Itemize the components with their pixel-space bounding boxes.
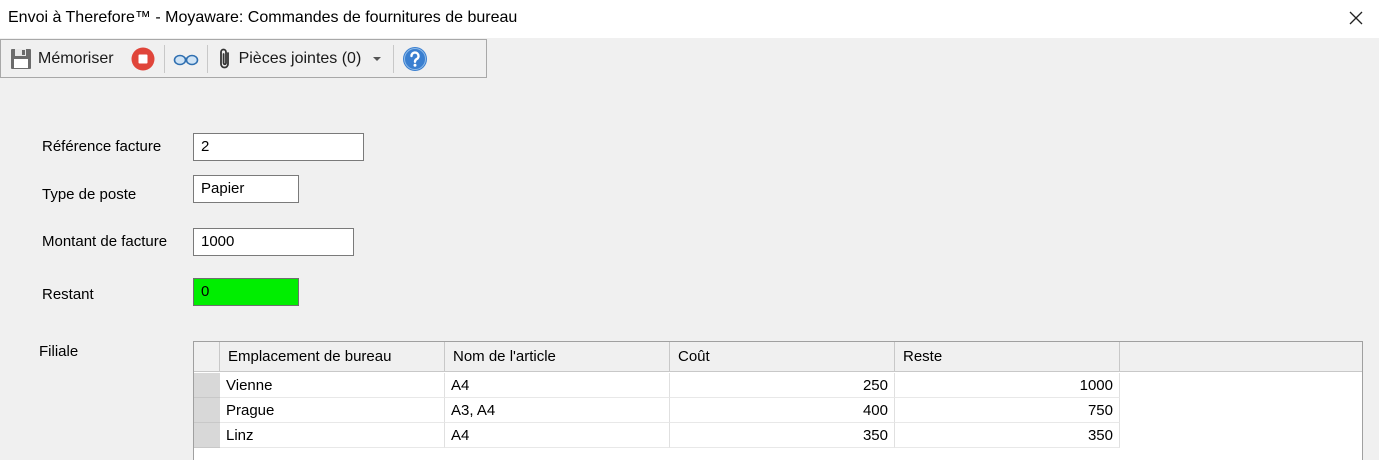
row-selector[interactable] (194, 373, 220, 398)
attachments-button[interactable]: Pièces jointes (0) (208, 40, 394, 77)
table-header: Emplacement de bureau Nom de l'article C… (194, 342, 1362, 372)
help-button[interactable] (394, 40, 436, 77)
save-label: Mémoriser (38, 49, 114, 67)
window-title: Envoi à Therefore™ - Moyaware: Commandes… (8, 9, 518, 26)
cell-article[interactable]: A4 (445, 373, 670, 398)
toolbar: Mémoriser Pièces jointes (0) (0, 39, 487, 78)
cell-cost[interactable]: 400 (670, 398, 895, 423)
close-button[interactable] (1333, 0, 1379, 36)
branch-label: Filiale (39, 343, 79, 360)
cell-article[interactable]: A4 (445, 423, 670, 448)
floppy-disk-icon (11, 48, 31, 69)
cell-remaining[interactable]: 750 (895, 398, 1120, 423)
post-type-input[interactable]: Papier (193, 175, 299, 203)
column-header-article[interactable]: Nom de l'article (445, 342, 670, 372)
column-header-location[interactable]: Emplacement de bureau (220, 342, 445, 372)
attachments-label: Pièces jointes (0) (238, 49, 362, 67)
save-button[interactable]: Mémoriser (1, 40, 122, 77)
cell-remaining[interactable]: 350 (895, 423, 1120, 448)
cell-cost[interactable]: 350 (670, 423, 895, 448)
paperclip-icon (219, 48, 229, 68)
table-row[interactable]: Vienne A4 250 1000 (194, 373, 1120, 398)
row-header-corner (194, 342, 220, 372)
view-button[interactable] (165, 40, 207, 77)
title-bar: Envoi à Therefore™ - Moyaware: Commandes… (0, 0, 1379, 38)
cell-cost[interactable]: 250 (670, 373, 895, 398)
close-icon (1349, 11, 1363, 25)
remaining-input: 0 (193, 278, 299, 306)
help-icon (403, 46, 428, 71)
column-header-cost[interactable]: Coût (670, 342, 895, 372)
glasses-icon (173, 54, 198, 65)
table-row[interactable]: Prague A3, A4 400 750 (194, 398, 1120, 423)
table-row[interactable]: Linz A4 350 350 (194, 423, 1120, 448)
column-header-remaining[interactable]: Reste (895, 342, 1120, 372)
cell-article[interactable]: A3, A4 (445, 398, 670, 423)
branch-table: Emplacement de bureau Nom de l'article C… (193, 341, 1363, 460)
post-type-label: Type de poste (42, 186, 137, 203)
invoice-ref-input[interactable]: 2 (193, 133, 364, 161)
cell-location[interactable]: Vienne (220, 373, 445, 398)
cell-location[interactable]: Linz (220, 423, 445, 448)
amount-label: Montant de facture (42, 233, 168, 250)
cell-remaining[interactable]: 1000 (895, 373, 1120, 398)
chevron-down-icon (373, 56, 382, 61)
row-selector[interactable] (194, 423, 220, 448)
invoice-ref-label: Référence facture (42, 138, 162, 155)
row-selector[interactable] (194, 398, 220, 423)
stop-button[interactable] (122, 40, 164, 77)
amount-input[interactable]: 1000 (193, 228, 354, 256)
cell-location[interactable]: Prague (220, 398, 445, 423)
stop-icon (131, 47, 155, 70)
remaining-label: Restant (42, 286, 94, 303)
